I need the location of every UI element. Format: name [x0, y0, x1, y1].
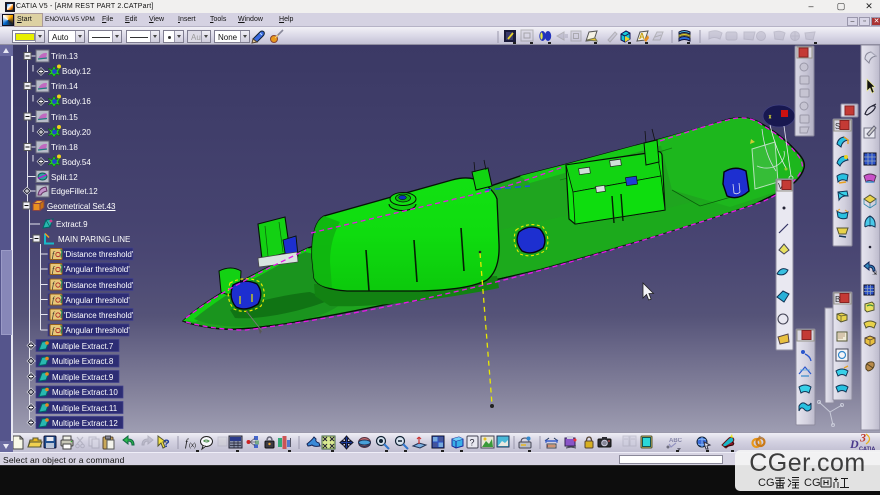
svg-text:⇲: ⇲ [872, 270, 877, 277]
svg-text:CG: CG [804, 477, 821, 489]
svg-text:?: ? [470, 438, 475, 448]
svg-text:A: A [639, 32, 645, 41]
svg-text:CG: CG [758, 477, 775, 489]
svg-text:(x): (x) [189, 443, 196, 449]
